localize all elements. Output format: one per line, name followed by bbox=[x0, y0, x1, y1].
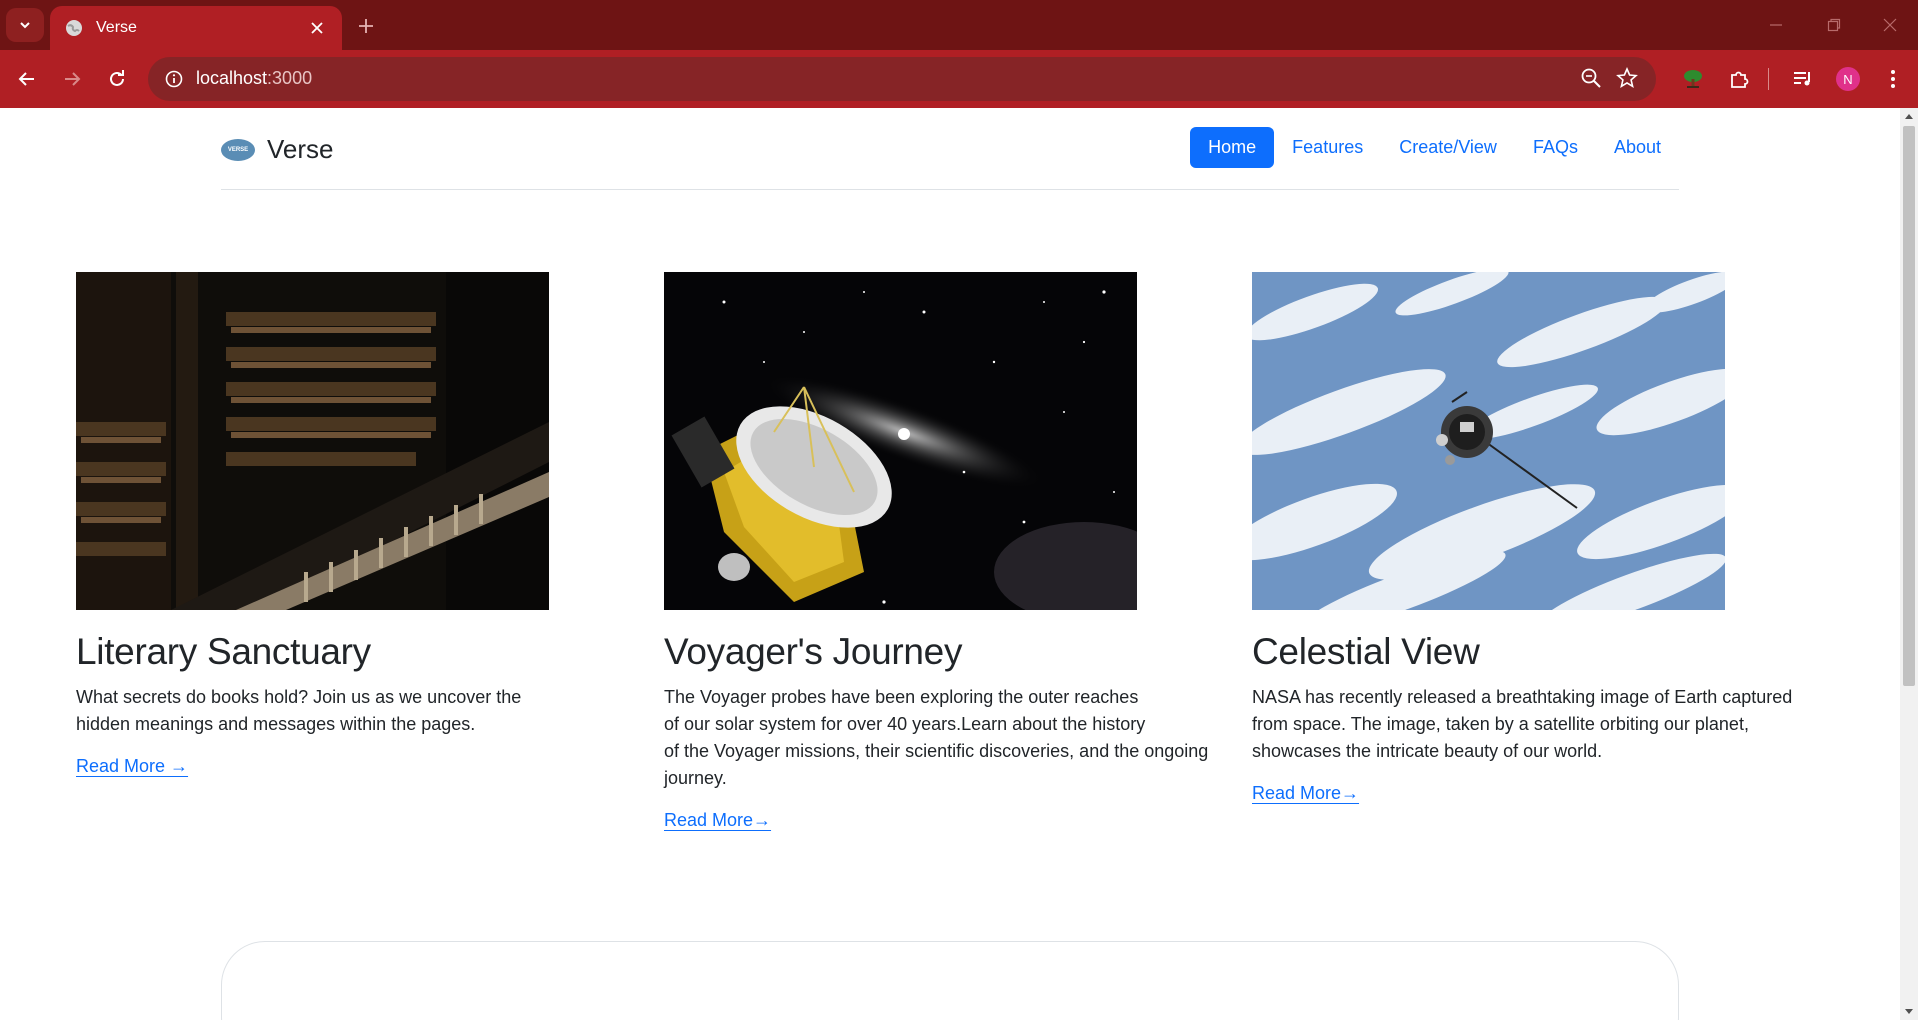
nav-faqs[interactable]: FAQs bbox=[1515, 127, 1596, 168]
url-host: localhost bbox=[196, 68, 268, 88]
kebab-menu-icon[interactable] bbox=[1876, 62, 1910, 96]
tab-title: Verse bbox=[96, 19, 137, 36]
zoom-icon[interactable] bbox=[1580, 67, 1604, 91]
url-port: :3000 bbox=[267, 68, 313, 88]
page-viewport: VERSE Verse Home Features Create/View FA… bbox=[0, 108, 1900, 1020]
info-icon[interactable] bbox=[162, 67, 186, 91]
globe-icon bbox=[64, 18, 84, 38]
card-title: Voyager's Journey bbox=[664, 631, 963, 672]
main-nav: Home Features Create/View FAQs About bbox=[1190, 127, 1679, 168]
avatar[interactable]: N bbox=[1836, 67, 1860, 91]
library-image bbox=[76, 272, 549, 610]
read-more-link[interactable]: Read More→ bbox=[1252, 783, 1359, 804]
card-celestial-view: Celestial View NASA has recently release… bbox=[1252, 272, 1792, 804]
card-title: Celestial View bbox=[1252, 631, 1480, 672]
media-control-icon[interactable] bbox=[1786, 62, 1820, 96]
scroll-up-icon[interactable] bbox=[1900, 108, 1918, 124]
voyager-probe-image bbox=[664, 272, 1137, 610]
card-title: Literary Sanctuary bbox=[76, 631, 371, 672]
card-body: What secrets do books hold? Join us as w… bbox=[76, 687, 522, 734]
toolbar-separator bbox=[1768, 68, 1769, 90]
brand[interactable]: VERSE Verse bbox=[221, 134, 334, 165]
close-icon[interactable] bbox=[306, 17, 328, 39]
nav-about[interactable]: About bbox=[1596, 127, 1679, 168]
nav-features[interactable]: Features bbox=[1274, 127, 1381, 168]
minimize-icon[interactable] bbox=[1758, 10, 1794, 40]
card-voyagers-journey: Voyager's Journey The Voyager probes hav… bbox=[664, 272, 1208, 831]
read-more-link[interactable]: Read More→ bbox=[664, 810, 771, 831]
read-more-link[interactable]: Read More → bbox=[76, 756, 188, 777]
nav-home[interactable]: Home bbox=[1190, 127, 1275, 168]
address-bar[interactable]: localhost:3000 bbox=[148, 57, 1656, 101]
window-close-icon[interactable] bbox=[1872, 10, 1908, 40]
page-scrollbar[interactable] bbox=[1900, 108, 1918, 1020]
browser-toolbar: localhost:3000 N bbox=[0, 50, 1918, 108]
brand-name: Verse bbox=[267, 134, 334, 164]
plus-icon[interactable] bbox=[352, 12, 380, 40]
brand-logo: VERSE bbox=[221, 138, 255, 161]
card-body: NASA has recently released a breathtakin… bbox=[1252, 687, 1793, 761]
back-arrow-icon[interactable] bbox=[10, 62, 44, 96]
tab-search-icon[interactable] bbox=[6, 8, 44, 42]
star-icon[interactable] bbox=[1616, 66, 1640, 91]
card-literary-sanctuary: Literary Sanctuary What secrets do books… bbox=[76, 272, 549, 777]
scrollbar-thumb[interactable] bbox=[1903, 126, 1915, 686]
url-text[interactable]: localhost:3000 bbox=[196, 68, 312, 89]
restore-icon[interactable] bbox=[1816, 10, 1852, 40]
scroll-down-icon[interactable] bbox=[1900, 1004, 1918, 1020]
bottom-section-box bbox=[221, 941, 1679, 1020]
card-body: The Voyager probes have been exploring t… bbox=[664, 687, 1209, 788]
forward-arrow-icon[interactable] bbox=[55, 62, 89, 96]
tree-extension-icon[interactable] bbox=[1676, 62, 1710, 96]
active-tab[interactable]: Verse bbox=[50, 6, 342, 50]
reload-icon[interactable] bbox=[100, 62, 134, 96]
puzzle-icon[interactable] bbox=[1722, 62, 1756, 96]
nav-create-view[interactable]: Create/View bbox=[1381, 127, 1515, 168]
tab-strip: Verse bbox=[0, 0, 1918, 50]
satellite-earth-image bbox=[1252, 272, 1725, 610]
feature-cards: Literary Sanctuary What secrets do books… bbox=[76, 272, 1876, 832]
site-navbar: VERSE Verse Home Features Create/View FA… bbox=[221, 108, 1679, 190]
